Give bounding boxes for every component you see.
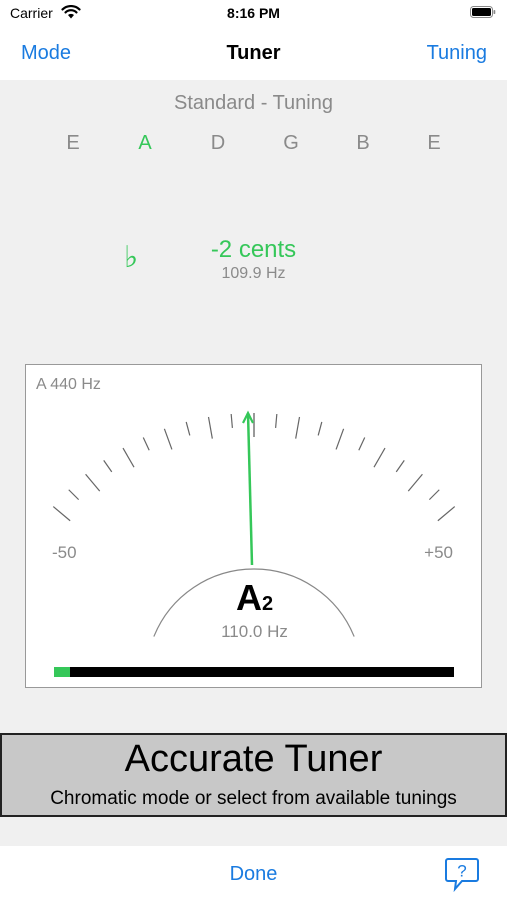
battery-icon [470,6,496,18]
meter-tick [185,421,191,436]
string-selector: E A D G B E [0,132,507,156]
meter-tick [207,416,213,439]
meter-tick [85,473,101,492]
string-2[interactable]: A [125,132,165,155]
note-name: A [235,577,262,618]
status-bar: Carrier 8:16 PM [0,0,507,28]
meter-tick [428,489,440,501]
meter-tick [142,437,150,451]
level-bar [54,667,454,677]
level-bar-fill [54,667,70,677]
meter-tick [295,416,301,439]
string-3[interactable]: D [198,132,238,155]
navigation-bar: Mode Tuner Tuning [0,28,507,80]
tuning-button[interactable]: Tuning [427,42,487,65]
meter-tick [437,506,456,522]
svg-text:?: ? [457,862,466,881]
detected-frequency: 109.9 Hz [221,265,286,282]
banner-title: Accurate Tuner [124,738,383,780]
promo-banner: Accurate Tuner Chromatic mode or select … [0,733,507,817]
clock: 8:16 PM [227,5,280,21]
tuning-name: Standard - Tuning [174,92,333,114]
meter-tick [163,428,173,450]
scale-max-label: +50 [424,543,453,562]
cents-readout: -2 cents [210,236,297,263]
string-1[interactable]: E [53,132,93,155]
meter-needle [246,412,254,566]
note-octave: 2 [261,593,274,615]
tuning-meter: A 440 Hz -50 +50 A2 110.0 Hz [25,364,482,688]
meter-tick [52,506,71,522]
bottom-toolbar: Done ? [0,846,507,900]
string-5[interactable]: B [343,132,383,155]
done-button[interactable]: Done [230,863,278,885]
string-4[interactable]: G [271,132,311,155]
meter-tick [230,413,233,428]
note-frequency: 110.0 Hz [221,622,288,641]
meter-tick [68,489,80,501]
meter-tick [373,447,386,468]
scale-min-label: -50 [52,543,77,562]
question-bubble-icon[interactable]: ? [444,856,480,892]
meter-tick [358,437,366,451]
meter-tick [103,460,113,473]
meter-tick [395,460,405,473]
note-display: A2 [26,577,483,619]
banner-subtitle: Chromatic mode or select from available … [50,788,457,809]
meter-tick [335,428,345,450]
meter-tick [407,473,423,492]
string-6[interactable]: E [414,132,454,155]
mode-button[interactable]: Mode [21,42,71,65]
meter-tick [122,447,135,468]
meter-tick [317,421,323,436]
meter-tick [275,413,278,428]
